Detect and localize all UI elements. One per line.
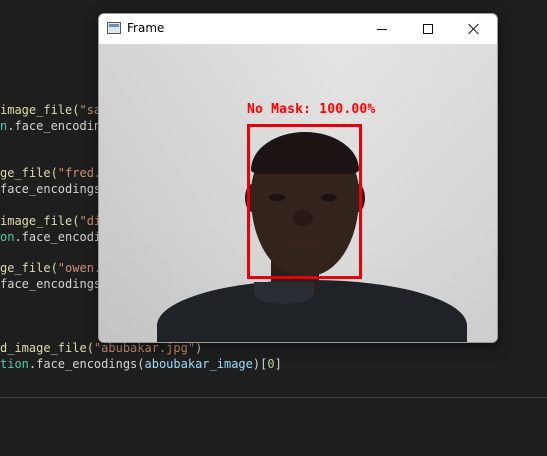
- maximize-button[interactable]: [405, 14, 451, 44]
- close-button[interactable]: [451, 14, 497, 44]
- code-line: face_encodings(: [0, 182, 108, 196]
- minimize-button[interactable]: [359, 14, 405, 44]
- close-icon: [468, 23, 480, 35]
- app-window-icon: [107, 22, 121, 34]
- maximize-icon: [423, 24, 433, 34]
- shirt-collar: [254, 282, 314, 304]
- minimize-icon: [377, 28, 387, 30]
- detection-label: No Mask: 100.00%: [247, 102, 376, 117]
- frame-window[interactable]: Frame No Mask: 100.00%: [98, 13, 498, 343]
- window-titlebar[interactable]: Frame: [99, 14, 497, 44]
- code-line: face_encodings(: [0, 277, 108, 291]
- camera-frame: No Mask: 100.00%: [99, 44, 497, 342]
- face-bounding-box: [247, 124, 362, 279]
- window-title: Frame: [127, 21, 165, 35]
- code-line: tion.face_encodings(aboubakar_image)[0]: [0, 357, 282, 371]
- bottom-panel: [0, 398, 547, 456]
